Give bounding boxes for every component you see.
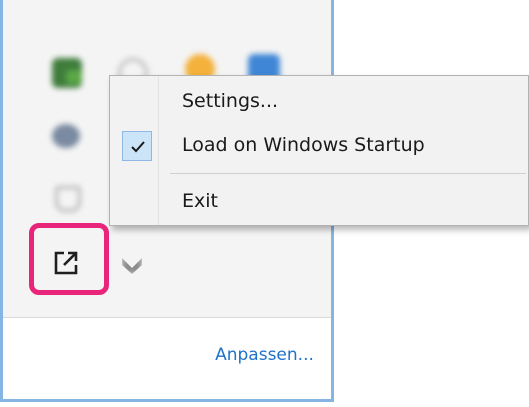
checkbox-checked <box>122 131 152 161</box>
context-menu: Settings... Load on Windows Startup Exit <box>109 75 529 226</box>
app-icon[interactable] <box>52 58 82 88</box>
cloud-icon[interactable] <box>52 124 80 148</box>
menu-item-label: Settings... <box>182 90 279 112</box>
open-external-icon[interactable] <box>53 250 79 276</box>
menu-separator <box>170 173 526 174</box>
cup-icon[interactable] <box>55 186 81 212</box>
menu-item-load-on-startup[interactable]: Load on Windows Startup <box>110 126 528 166</box>
menu-item-settings[interactable]: Settings... <box>110 82 528 122</box>
customize-link[interactable]: Anpassen... <box>0 345 529 365</box>
menu-item-exit[interactable]: Exit <box>110 182 528 222</box>
checkmark-icon <box>131 141 145 153</box>
menu-item-label: Exit <box>182 190 218 212</box>
menu-item-label: Load on Windows Startup <box>182 134 425 156</box>
screen: Anpassen... Settings... Load on Windows … <box>0 0 529 407</box>
